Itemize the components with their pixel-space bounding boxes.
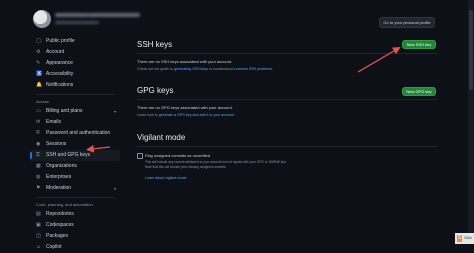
- app-icon: S: [457, 235, 462, 242]
- arrow-to-ssh-gpg-keys: [86, 144, 111, 153]
- scrollbar-thumb[interactable]: [469, 10, 473, 90]
- arrow-to-new-ssh-key: [357, 47, 401, 73]
- taskbar-label: CBui: [464, 236, 472, 240]
- taskbar-app[interactable]: S CBui: [455, 233, 474, 244]
- annotation-arrows: [86, 47, 401, 153]
- copilot-icon: ☺: [36, 244, 42, 250]
- sidebar-item-label: Copilot: [46, 244, 62, 250]
